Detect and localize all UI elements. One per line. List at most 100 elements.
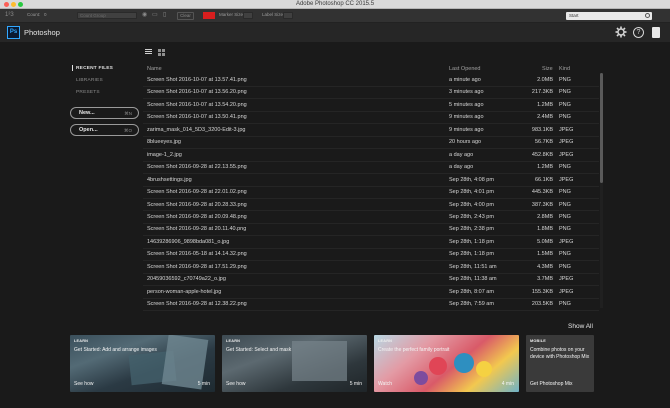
file-last-opened: Sep 28th, 2:43 pm [449, 213, 494, 220]
file-row[interactable]: Screen Shot 2016-09-28 at 22.01.02.png Se… [143, 186, 599, 198]
learn-card-select-mask[interactable]: LEARN Get Started: Select and mask See h… [222, 335, 367, 392]
column-header-kind[interactable]: Kind [559, 66, 570, 72]
active-nav-indicator [72, 65, 73, 71]
file-kind: JPEG [559, 126, 574, 133]
window-title: Adobe Photoshop CC 2015.5 [295, 1, 375, 7]
file-last-opened: Sep 28th, 11:51 am [449, 263, 497, 270]
file-kind: JPEG [559, 238, 574, 245]
label-size-field[interactable] [283, 12, 293, 19]
row-divider [143, 310, 599, 312]
file-row[interactable]: person-woman-apple-hotel.jpg Sep 28th, 8:… [143, 286, 599, 298]
search-input[interactable]: Start [566, 12, 652, 20]
file-last-opened: a minute ago [449, 77, 481, 83]
card-artwork [429, 357, 447, 375]
column-header-name[interactable]: Name [147, 66, 162, 72]
file-row[interactable]: Screen Shot 2016-10-07 at 13.56.20.png 3 … [143, 86, 599, 98]
file-size: 203.5KB [531, 301, 553, 308]
marker-color-swatch[interactable] [203, 12, 215, 19]
file-name: Screen Shot 2016-09-28 at 17.51.29.png [147, 263, 247, 270]
card-artwork [414, 371, 428, 385]
file-list-scrollbar[interactable] [600, 73, 603, 308]
card-link[interactable]: See how [74, 381, 93, 387]
file-name: Screen Shot 2016-09-28 at 22.13.55.png [147, 164, 247, 171]
file-row[interactable]: Screen Shot 2016-09-28 at 20.11.40.png Se… [143, 223, 599, 235]
clear-button[interactable]: Clear [177, 12, 194, 20]
file-row[interactable]: Screen Shot 2016-09-28 at 20.09.48.png Se… [143, 211, 599, 223]
card-artwork [454, 353, 474, 373]
card-link[interactable]: See how [226, 381, 245, 387]
file-row[interactable]: Screen Shot 2016-09-28 at 20.28.33.png Se… [143, 199, 599, 211]
file-size: 155.3KB [531, 288, 553, 295]
file-name: Screen Shot 2016-10-07 at 13.56.20.png [147, 89, 247, 96]
file-kind: JPEG [559, 288, 574, 295]
file-row[interactable]: 20459036592_c70749a22_o.jpg Sep 28th, 11:… [143, 273, 599, 285]
file-row[interactable]: 4brushsettings.jpg Sep 28th, 4:08 pm 66.1K… [143, 174, 599, 186]
card-link[interactable]: Watch [378, 381, 392, 387]
file-row[interactable]: image-1_2.jpg a day ago 452.8KB JPEG [143, 149, 599, 161]
file-name: zarima_mask_014_5D3_3200-Edit-3.jpg [147, 126, 246, 133]
gear-icon[interactable] [615, 26, 627, 38]
file-row[interactable]: Screen Shot 2016-10-07 at 13.54.20.png 5 … [143, 99, 599, 111]
count-tool-icon[interactable]: 1²3 [5, 12, 14, 19]
file-size: 1.5MB [537, 251, 553, 258]
file-name: 20459036592_c70749a22_o.jpg [147, 276, 226, 283]
file-size: 1.2MB [537, 164, 553, 171]
file-last-opened: 9 minutes ago [449, 114, 484, 121]
file-name: 8blueeyes.jpg [147, 139, 181, 146]
new-shortcut: ⌘N [124, 110, 132, 116]
help-icon[interactable]: ? [633, 27, 644, 38]
file-name: Screen Shot 2016-09-28 at 20.11.40.png [147, 226, 247, 233]
file-row[interactable]: Screen Shot 2016-10-07 at 13.50.41.png 9 … [143, 111, 599, 123]
open-button[interactable]: Open... ⌘O [70, 124, 139, 136]
document-icon[interactable] [652, 27, 660, 38]
count-value: 0 [44, 12, 47, 17]
file-size: 445.3KB [531, 189, 553, 196]
trash-icon[interactable]: ▯ [163, 12, 166, 19]
column-header-size[interactable]: Size [542, 66, 553, 72]
sidebar-item-recent-files[interactable]: RECENT FILES [76, 66, 113, 71]
file-row[interactable]: Screen Shot 2016-10-07 at 13.57.41.png a … [143, 74, 599, 86]
file-row[interactable]: Screen Shot 2016-09-28 at 22.13.55.png a … [143, 161, 599, 173]
window-titlebar: Adobe Photoshop CC 2015.5 [0, 0, 670, 9]
scrollbar-thumb[interactable] [600, 73, 603, 183]
marker-size-field[interactable] [243, 12, 253, 19]
sidebar-item-presets[interactable]: PRESETS [76, 90, 100, 95]
card-title: Create the perfect family portrait [378, 347, 450, 353]
file-size: 217.3KB [531, 89, 553, 96]
list-view-icon[interactable] [145, 49, 152, 56]
sidebar-item-libraries[interactable]: LIBRARIES [76, 78, 103, 83]
file-row[interactable]: 14639286906_9898bda081_o.jpg Sep 28th, 1:… [143, 236, 599, 248]
mobile-card-photoshop-mix[interactable]: MOBILE Combine photos on your device wit… [526, 335, 594, 392]
learn-card-add-arrange[interactable]: LEARN Get Started: Add and arrange image… [70, 335, 215, 392]
card-link[interactable]: Get Photoshop Mix [530, 381, 573, 387]
file-last-opened: Sep 28th, 4:00 pm [449, 201, 494, 208]
file-size: 2.0MB [537, 77, 553, 83]
file-name: 4brushsettings.jpg [147, 176, 192, 183]
file-last-opened: Sep 28th, 11:38 am [449, 276, 497, 283]
file-last-opened: 20 hours ago [449, 139, 482, 146]
new-button[interactable]: New... ⌘N [70, 107, 139, 119]
file-size: 66.1KB [534, 176, 553, 183]
file-last-opened: a day ago [449, 151, 474, 158]
folder-icon[interactable]: ▭ [152, 12, 158, 19]
app-name: Photoshop [24, 28, 60, 37]
file-size: 983.1KB [531, 126, 553, 133]
card-artwork [476, 361, 492, 377]
column-header-last-opened[interactable]: Last Opened [449, 66, 481, 72]
file-row[interactable]: Screen Shot 2016-05-18 at 14.14.32.png Se… [143, 248, 599, 260]
visibility-icon[interactable]: ◉ [142, 12, 147, 19]
learn-card-family-portrait[interactable]: LEARN Create the perfect family portrait… [374, 335, 519, 392]
show-all-link[interactable]: Show All [568, 323, 593, 330]
card-badge: LEARN [74, 339, 89, 343]
file-kind: JPEG [559, 176, 574, 183]
file-kind: PNG [559, 263, 571, 270]
grid-view-icon[interactable] [158, 49, 165, 56]
file-size: 1.2MB [537, 101, 553, 108]
count-group-select[interactable]: Count Group [77, 12, 137, 19]
file-row[interactable]: Screen Shot 2016-09-28 at 17.51.29.png Se… [143, 261, 599, 273]
file-row[interactable]: 8blueeyes.jpg 20 hours ago 56.7KB JPEG [143, 136, 599, 148]
file-row[interactable]: zarima_mask_014_5D3_3200-Edit-3.jpg 9 min… [143, 124, 599, 136]
file-last-opened: a day ago [449, 164, 474, 171]
file-kind: PNG [559, 189, 571, 196]
file-row[interactable]: Screen Shot 2016-09-28 at 12.38.22.png Se… [143, 298, 599, 310]
